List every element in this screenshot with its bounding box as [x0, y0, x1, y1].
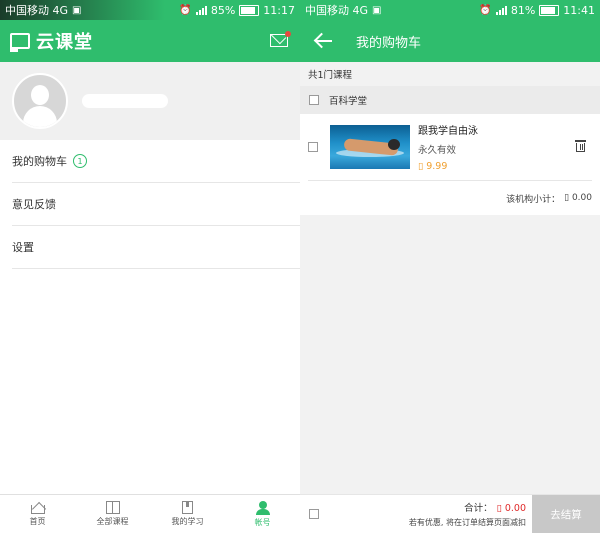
username-redacted	[82, 94, 168, 108]
user-icon	[255, 500, 270, 515]
page-title: 我的购物车	[356, 35, 422, 51]
subtotal-label: 该机构小计：	[506, 194, 561, 205]
clock: 11:17	[263, 3, 295, 17]
total-line: 合计： ▯ 0.00	[319, 500, 526, 514]
store-name: 百科学堂	[329, 96, 368, 107]
trash-icon[interactable]	[575, 140, 586, 152]
signal-icon	[495, 5, 507, 15]
tab-label: 首页	[29, 517, 46, 526]
tab-all-courses[interactable]: 全部课程	[75, 495, 150, 533]
status-bar: 中国移动 4G ▣ ⏰ 85% 11:17	[0, 0, 300, 20]
cart-screen: 中国移动 4G ▣ ⏰ 81% 11:41 我的购物车 共1门课程 百科学堂 跟…	[300, 0, 600, 533]
subtotal-value: ▯ 0.00	[564, 193, 592, 203]
back-arrow-icon[interactable]	[314, 33, 332, 49]
course-info: 跟我学自由泳 永久有效 ▯ 9.99	[418, 122, 478, 172]
menu-item-label: 设置	[12, 241, 34, 254]
battery-percent: 85%	[210, 3, 236, 17]
tab-label: 帐号	[254, 517, 271, 527]
menu-item-label: 意见反馈	[12, 198, 56, 211]
bottom-tab-bar: 首页 全部课程 我的学习 帐号	[0, 494, 300, 533]
select-all-checkbox[interactable]	[309, 509, 319, 519]
account-screen: 中国移动 4G ▣ ⏰ 85% 11:17 云课堂 我的购物车 1 意见反馈 设…	[0, 0, 300, 533]
image-notification-icon: ▣	[372, 4, 382, 16]
store-subtotal: 该机构小计： ▯ 0.00	[300, 181, 600, 215]
item-checkbox[interactable]	[308, 142, 318, 152]
notification-icon: ▣	[72, 4, 82, 16]
carrier-label: 中国移动 4G	[305, 4, 369, 17]
cart-header: 我的购物车	[300, 20, 600, 62]
clock: 11:41	[563, 3, 595, 17]
battery-percent: 81%	[510, 3, 536, 17]
app-logo: 云课堂	[10, 28, 93, 54]
menu-item-cart[interactable]: 我的购物车 1	[12, 140, 300, 183]
course-thumbnail[interactable]	[330, 125, 410, 169]
tab-account[interactable]: 帐号	[225, 495, 300, 533]
checkout-button[interactable]: 去结算	[532, 495, 600, 533]
alarm-icon: ⏰	[179, 4, 192, 16]
app-title: 云课堂	[36, 32, 93, 53]
tab-label: 全部课程	[96, 517, 129, 526]
tab-label: 我的学习	[171, 517, 204, 526]
tab-my-learning[interactable]: 我的学习	[150, 495, 225, 533]
discount-note: 若有优惠, 将在订单结算页面减扣	[408, 518, 526, 527]
app-header: 云课堂	[0, 20, 300, 62]
course-title[interactable]: 跟我学自由泳	[418, 122, 478, 137]
menu-item-settings[interactable]: 设置	[12, 226, 300, 269]
store-row: 百科学堂	[300, 86, 600, 114]
profile-section[interactable]	[0, 62, 300, 140]
mail-icon[interactable]	[270, 31, 291, 47]
notebook-icon	[182, 501, 193, 514]
course-validity: 永久有效	[418, 145, 457, 156]
carrier-label: 中国移动 4G	[5, 4, 69, 17]
tab-home[interactable]: 首页	[0, 495, 75, 533]
book-icon	[105, 501, 120, 514]
alarm-icon: ⏰	[479, 4, 492, 16]
store-checkbox[interactable]	[309, 95, 319, 105]
menu-item-feedback[interactable]: 意见反馈	[12, 183, 300, 226]
home-icon	[30, 505, 45, 514]
cart-item: 跟我学自由泳 永久有效 ▯ 9.99	[308, 114, 592, 181]
battery-icon	[239, 4, 260, 16]
menu-item-label: 我的购物车	[12, 155, 67, 168]
logo-icon	[10, 33, 30, 52]
battery-icon	[539, 4, 560, 16]
course-price: ▯ 9.99	[418, 161, 448, 172]
cart-group: 百科学堂 跟我学自由泳 永久有效 ▯ 9.99 该机构小计： ▯ 0.00	[300, 86, 600, 215]
signal-icon	[195, 5, 207, 15]
total-label: 合计：	[464, 503, 493, 514]
totals: 合计： ▯ 0.00 若有优惠, 将在订单结算页面减扣	[319, 500, 532, 528]
unread-dot	[285, 31, 291, 37]
cart-count-badge: 1	[73, 154, 87, 168]
total-value: ▯ 0.00	[496, 503, 526, 514]
course-count: 共1门课程	[300, 62, 600, 86]
checkout-bar: 合计： ▯ 0.00 若有优惠, 将在订单结算页面减扣 去结算	[300, 494, 600, 533]
avatar[interactable]	[12, 73, 68, 129]
status-bar: 中国移动 4G ▣ ⏰ 81% 11:41	[300, 0, 600, 20]
